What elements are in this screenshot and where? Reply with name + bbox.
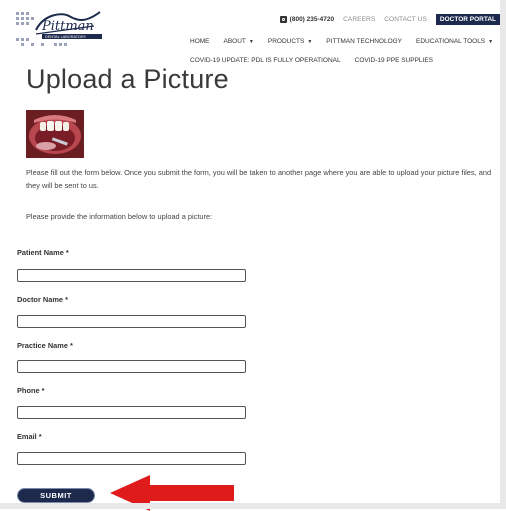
contact-us-link[interactable]: CONTACT US bbox=[384, 16, 427, 23]
doctor-name-input[interactable] bbox=[17, 315, 246, 328]
phone-input[interactable] bbox=[17, 406, 246, 419]
patient-name-input[interactable] bbox=[17, 269, 246, 282]
doctor-name-label: Doctor Name * bbox=[17, 295, 68, 304]
nav-item-about[interactable]: ABOUT ▼ bbox=[224, 38, 254, 45]
page-title: Upload a Picture bbox=[26, 64, 229, 94]
phone-number: (800) 235-4720 bbox=[289, 16, 335, 23]
nav-label: EDUCATIONAL TOOLS bbox=[416, 38, 486, 45]
nav-item-pittman-technology[interactable]: PITTMAN TECHNOLOGY bbox=[326, 38, 402, 45]
nav-label: PITTMAN TECHNOLOGY bbox=[326, 38, 403, 45]
nav-item-covid-update[interactable]: COVID-19 UPDATE: PDL IS FULLY OPERATIONA… bbox=[190, 57, 341, 64]
email-input[interactable] bbox=[17, 452, 246, 465]
logo-script: Pittman bbox=[41, 19, 94, 34]
required-mark: * bbox=[70, 341, 73, 350]
practice-name-input[interactable] bbox=[17, 360, 246, 373]
instructions-text: Please provide the information below to … bbox=[26, 212, 213, 221]
phone-link[interactable]: (800) 235-4720 bbox=[279, 16, 335, 23]
doctor-portal-button[interactable]: DOCTOR PORTAL bbox=[435, 14, 500, 25]
required-mark: * bbox=[41, 386, 45, 395]
submit-button[interactable]: SUBMIT bbox=[17, 488, 95, 503]
sub-nav: COVID-19 UPDATE: PDL IS FULLY OPERATIONA… bbox=[190, 57, 433, 64]
logo-tagline: DENTAL LABORATORY bbox=[45, 35, 87, 39]
intro-paragraph: Please fill out the form below. Once you… bbox=[26, 168, 492, 190]
nav-label: HOME bbox=[190, 38, 210, 45]
pittman-logo[interactable]: Pittman DENTAL LABORATORY bbox=[14, 6, 110, 50]
dental-photo bbox=[26, 110, 84, 158]
nav-item-home[interactable]: HOME bbox=[190, 38, 210, 45]
email-label: Email * bbox=[17, 432, 42, 441]
red-arrow-icon bbox=[110, 475, 234, 511]
chevron-down-icon: ▼ bbox=[307, 39, 313, 45]
nav-label: PRODUCTS bbox=[267, 38, 305, 45]
label-text: Phone bbox=[17, 386, 40, 395]
nav-item-ppe-supplies[interactable]: COVID-19 PPE SUPPLIES bbox=[355, 57, 433, 64]
patient-name-label: Patient Name * bbox=[17, 248, 69, 257]
nav-item-products[interactable]: PRODUCTS ▼ bbox=[268, 38, 312, 45]
label-text: Patient Name bbox=[17, 248, 64, 257]
practice-name-label: Practice Name * bbox=[17, 341, 73, 350]
label-text: Practice Name bbox=[17, 341, 68, 350]
nav-label: ABOUT bbox=[223, 38, 246, 45]
nav-item-educational-tools[interactable]: EDUCATIONAL TOOLS ▼ bbox=[416, 38, 493, 45]
required-mark: * bbox=[65, 295, 68, 304]
chevron-down-icon: ▼ bbox=[248, 39, 254, 45]
label-text: Email bbox=[17, 432, 37, 441]
label-text: Doctor Name bbox=[17, 295, 63, 304]
required-mark: * bbox=[38, 432, 42, 441]
chevron-down-icon: ▼ bbox=[488, 39, 494, 45]
utility-bar: (800) 235-4720 CAREERS CONTACT US DOCTOR… bbox=[279, 14, 500, 25]
phone-icon bbox=[279, 16, 287, 23]
phone-label: Phone * bbox=[17, 386, 45, 395]
careers-link[interactable]: CAREERS bbox=[343, 16, 375, 23]
main-nav: HOME ABOUT ▼ PRODUCTS ▼ PITTMAN TECHNOLOGY… bbox=[190, 38, 493, 45]
required-mark: * bbox=[65, 248, 69, 257]
